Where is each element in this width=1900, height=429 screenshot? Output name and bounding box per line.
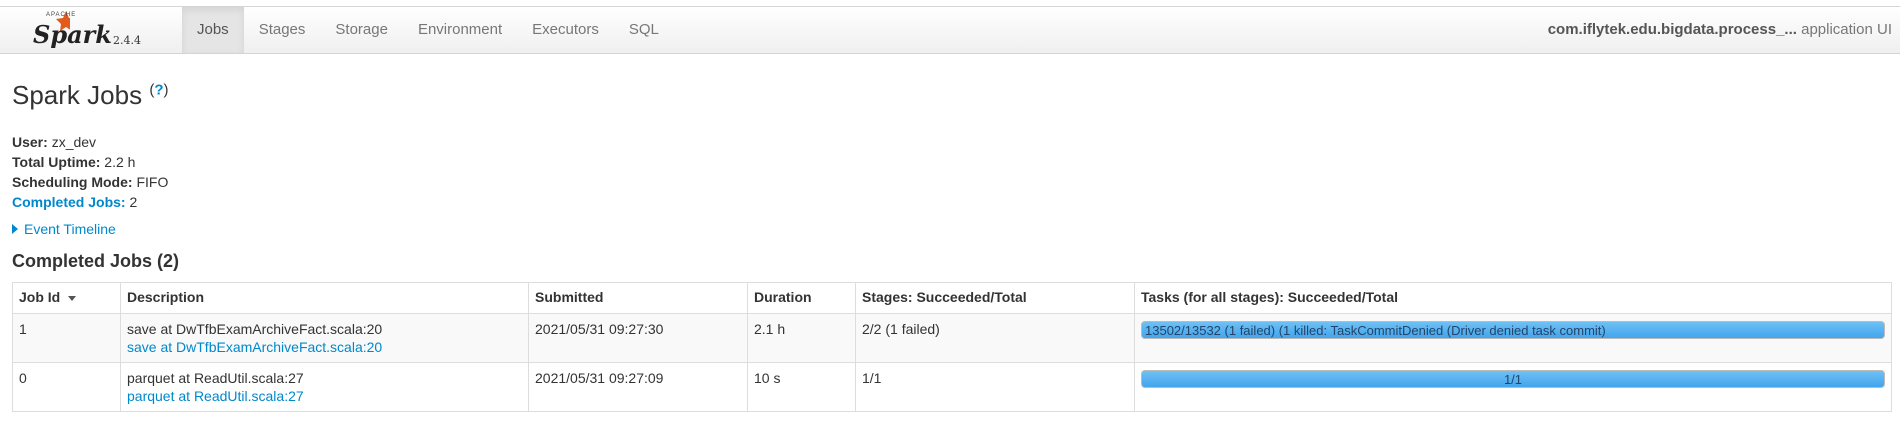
tab-environment[interactable]: Environment bbox=[403, 7, 517, 53]
app-name-text: com.iflytek.edu.bigdata.process_... bbox=[1547, 21, 1797, 38]
tasks-progress-bar: 13502/13532 (1 failed) (1 killed: TaskCo… bbox=[1141, 321, 1885, 339]
expand-arrow-icon bbox=[12, 224, 18, 234]
tasks-progress-text: 13502/13532 (1 failed) (1 killed: TaskCo… bbox=[1145, 323, 1606, 338]
cell-description: save at DwTfbExamArchiveFact.scala:20 sa… bbox=[120, 313, 529, 363]
cell-tasks: 13502/13532 (1 failed) (1 killed: TaskCo… bbox=[1134, 313, 1892, 363]
header-description[interactable]: Description bbox=[120, 282, 529, 314]
cell-job-id: 0 bbox=[12, 362, 121, 412]
help-marker: (?) bbox=[149, 81, 169, 99]
header-job-id-label: Job Id bbox=[19, 289, 61, 305]
tab-storage[interactable]: Storage bbox=[320, 7, 403, 53]
uptime-value: 2.2 h bbox=[104, 154, 136, 170]
description-text: parquet at ReadUtil.scala:27 bbox=[127, 370, 304, 386]
cell-submitted: 2021/05/31 09:27:09 bbox=[528, 362, 748, 412]
description-text: save at DwTfbExamArchiveFact.scala:20 bbox=[127, 321, 383, 337]
page-title-text: Spark Jobs bbox=[12, 80, 143, 110]
tasks-progress-bar: 1/1 bbox=[1141, 370, 1885, 388]
spark-version: 2.4.4 bbox=[113, 34, 141, 47]
summary-completed: Completed Jobs: 2 bbox=[12, 192, 168, 212]
user-label: User: bbox=[12, 134, 48, 150]
page-header: Spark Jobs (?) bbox=[12, 80, 1892, 111]
cell-duration: 10 s bbox=[747, 362, 856, 412]
summary-user: User: zx_dev bbox=[12, 132, 168, 152]
cell-submitted: 2021/05/31 09:27:30 bbox=[528, 313, 748, 363]
sort-desc-icon bbox=[68, 295, 77, 301]
job-detail-link[interactable]: parquet at ReadUtil.scala:27 bbox=[127, 388, 522, 404]
apache-label: APACHE bbox=[46, 12, 77, 18]
cell-duration: 2.1 h bbox=[747, 313, 856, 363]
tasks-progress-text: 1/1 bbox=[1503, 372, 1523, 387]
application-name: com.iflytek.edu.bigdata.process_... appl… bbox=[1548, 7, 1892, 53]
app-suffix: application UI bbox=[1801, 21, 1892, 38]
summary-uptime: Total Uptime: 2.2 h bbox=[12, 152, 168, 172]
header-tasks[interactable]: Tasks (for all stages): Succeeded/Total bbox=[1134, 282, 1892, 314]
header-stages[interactable]: Stages: Succeeded/Total bbox=[855, 282, 1135, 314]
help-link[interactable]: ? bbox=[154, 81, 163, 98]
tab-stages[interactable]: Stages bbox=[244, 7, 321, 53]
spark-wordmark: Spark bbox=[33, 20, 112, 49]
nav-tabs: Jobs Stages Storage Environment Executor… bbox=[182, 7, 674, 53]
header-duration[interactable]: Duration bbox=[747, 282, 856, 314]
completed-label: Completed Jobs: bbox=[12, 194, 126, 210]
page-title: Spark Jobs (?) bbox=[12, 80, 1892, 111]
completed-jobs-link[interactable]: Completed Jobs: bbox=[12, 194, 126, 210]
event-timeline-toggle[interactable]: Event Timeline bbox=[12, 221, 116, 237]
completed-jobs-table: Job Id Description Submitted Duration St… bbox=[12, 282, 1892, 412]
table-row: 0 parquet at ReadUtil.scala:27 parquet a… bbox=[12, 362, 1892, 412]
header-job-id[interactable]: Job Id bbox=[12, 282, 121, 314]
top-navbar: APACHE Spark 2.4.4 Jobs Stages Storage E… bbox=[0, 6, 1900, 54]
job-summary: User: zx_dev Total Uptime: 2.2 h Schedul… bbox=[12, 132, 168, 212]
job-detail-link[interactable]: save at DwTfbExamArchiveFact.scala:20 bbox=[127, 339, 522, 355]
completed-jobs-heading[interactable]: Completed Jobs (2) bbox=[12, 251, 179, 272]
table-row: 1 save at DwTfbExamArchiveFact.scala:20 … bbox=[12, 313, 1892, 363]
mode-label: Scheduling Mode: bbox=[12, 174, 133, 190]
cell-stages: 1/1 bbox=[855, 362, 1135, 412]
uptime-label: Total Uptime: bbox=[12, 154, 101, 170]
completed-value: 2 bbox=[129, 194, 138, 210]
user-value: zx_dev bbox=[51, 134, 97, 150]
table-header-row: Job Id Description Submitted Duration St… bbox=[12, 282, 1892, 314]
header-submitted[interactable]: Submitted bbox=[528, 282, 748, 314]
mode-value: FIFO bbox=[136, 174, 169, 190]
cell-tasks: 1/1 bbox=[1134, 362, 1892, 412]
cell-job-id: 1 bbox=[12, 313, 121, 363]
cell-stages: 2/2 (1 failed) bbox=[855, 313, 1135, 363]
spark-logo[interactable]: APACHE Spark 2.4.4 bbox=[30, 7, 150, 55]
cell-description: parquet at ReadUtil.scala:27 parquet at … bbox=[120, 362, 529, 412]
event-timeline-label: Event Timeline bbox=[24, 221, 116, 237]
tab-jobs[interactable]: Jobs bbox=[182, 7, 244, 53]
summary-mode: Scheduling Mode: FIFO bbox=[12, 172, 168, 192]
tab-executors[interactable]: Executors bbox=[517, 7, 614, 53]
tab-sql[interactable]: SQL bbox=[614, 7, 674, 53]
